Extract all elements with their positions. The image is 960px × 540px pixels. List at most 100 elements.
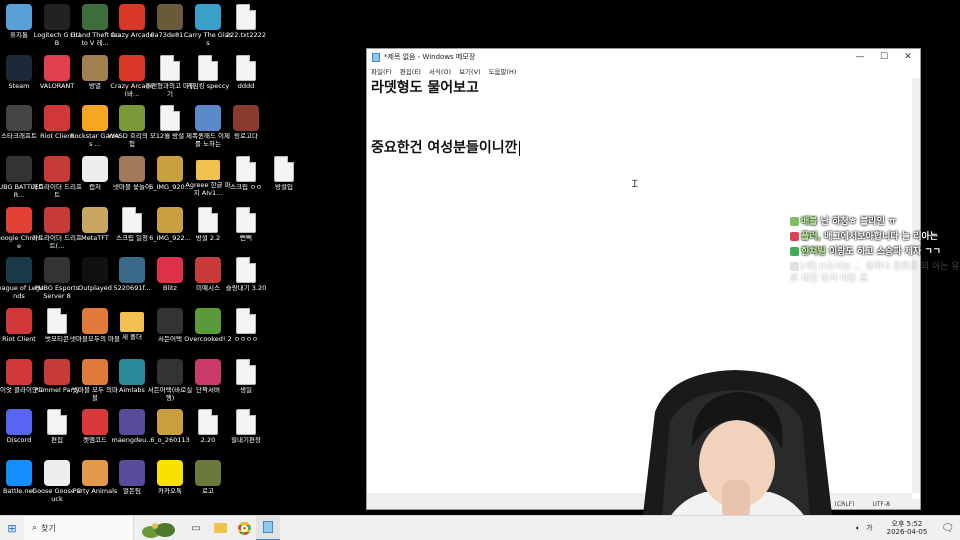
task-view-icon[interactable]: ▭ bbox=[184, 516, 208, 540]
chat-text: 이랑도 하고 스승파 제자 ㄱㄱ bbox=[828, 247, 941, 257]
clock[interactable]: 오후 5:52 2026-04-05 bbox=[879, 520, 936, 536]
game-icon bbox=[233, 105, 259, 131]
text-file-icon bbox=[47, 409, 67, 435]
game-icon bbox=[119, 156, 145, 182]
pubg-icon bbox=[44, 257, 70, 283]
menu-file[interactable]: 파일(F) bbox=[371, 66, 392, 76]
blitz-icon bbox=[157, 257, 183, 283]
capture-icon bbox=[82, 156, 108, 182]
taskbar: ⊞ ⌕ 찾기 ▭ 🔈︎ 가 오후 5:52 2026-04-05 🗨︎ bbox=[0, 515, 960, 540]
chat-nickname: 플러, bbox=[801, 232, 821, 242]
sudden-attack-icon bbox=[157, 308, 183, 334]
notepad-title-bar[interactable]: *제목 없음 - Windows 메모장 bbox=[367, 49, 920, 65]
system-tray: 🔈︎ 가 오후 5:52 2026-04-05 🗨︎ bbox=[856, 516, 960, 540]
image-file-icon bbox=[82, 55, 108, 81]
desktop-icon[interactable]: 슬랑내기 3.20 bbox=[224, 257, 268, 293]
notepad-taskbar-icon[interactable] bbox=[256, 515, 280, 540]
game-icon bbox=[195, 359, 221, 385]
game-icon bbox=[82, 359, 108, 385]
file-explorer-icon[interactable] bbox=[208, 516, 232, 540]
text-file-icon bbox=[274, 156, 294, 182]
league-icon bbox=[6, 257, 32, 283]
archive-icon bbox=[157, 409, 183, 435]
language-indicator[interactable]: 가 bbox=[866, 523, 872, 533]
crazy-arcade-icon bbox=[119, 55, 145, 81]
menu-edit[interactable]: 편집(E) bbox=[400, 66, 421, 76]
pummel-party-icon bbox=[44, 359, 70, 385]
chat-text: 난 하청ㅎ 블라인 ㅠ bbox=[820, 217, 897, 227]
game-icon bbox=[195, 105, 221, 131]
text-file-icon bbox=[198, 409, 218, 435]
text-file-icon bbox=[160, 105, 180, 131]
text-file-icon bbox=[236, 4, 256, 30]
desktop-icon-label: 링로고다 bbox=[234, 133, 258, 140]
text-line-1: 라뎃형도 물어보고 bbox=[371, 80, 479, 96]
maximize-button[interactable]: ☐ bbox=[872, 49, 896, 65]
game-icon bbox=[119, 409, 145, 435]
kartrider-icon bbox=[44, 207, 70, 233]
desktop: 휴지통 Logitech G HUB Grand Theft Auto V 레...… bbox=[0, 0, 310, 515]
desktop-icon[interactable]: 방셜입 bbox=[262, 156, 306, 192]
desktop-icon-label: 222.txt2222 bbox=[226, 32, 266, 39]
text-line-4: 중요한건 여성분들이니깐 bbox=[371, 138, 908, 158]
desktop-icon[interactable]: ㅇㅇㅇㅇ bbox=[224, 308, 268, 344]
text-line-3 bbox=[371, 118, 908, 138]
sudden-attack-icon bbox=[157, 359, 183, 385]
desktop-icon-label: 슬랑내기 3.20 bbox=[225, 285, 267, 292]
search-icon: ⌕ bbox=[32, 523, 38, 533]
chat-message: 플러, 배그에서보아합니다 늘 리아는 bbox=[790, 231, 960, 243]
text-file-icon bbox=[236, 308, 256, 334]
chat-badge-icon bbox=[790, 232, 799, 241]
text-caret bbox=[518, 140, 520, 156]
riot-icon bbox=[6, 308, 32, 334]
pubg-icon bbox=[6, 156, 32, 182]
speaker-icon[interactable]: 🔈︎ bbox=[856, 524, 860, 533]
notepad-app-icon bbox=[372, 52, 380, 62]
game-icon bbox=[119, 105, 145, 131]
game-icon bbox=[119, 460, 145, 486]
chat-text: [세] (나)시는 ... 유미나 판로즈 외 아는 유료 체전 빗겨 야돈 를 bbox=[790, 262, 960, 284]
text-file-icon bbox=[47, 308, 67, 334]
taskbar-search[interactable]: ⌕ 찾기 bbox=[24, 515, 134, 540]
menu-format[interactable]: 서식(O) bbox=[429, 66, 451, 76]
minimize-button[interactable]: — bbox=[848, 49, 872, 65]
start-button[interactable]: ⊞ bbox=[0, 516, 24, 540]
desktop-icon-label: 방셜입 bbox=[275, 184, 293, 191]
kartrider-icon bbox=[44, 156, 70, 182]
archive-icon bbox=[157, 207, 183, 233]
desktop-icon-label: ㅇㅇㅇㅇ bbox=[234, 336, 258, 343]
chat-message: [세] (나)시는 ... 유미나 판로즈 외 아는 유료 체전 빗겨 야돈 를 bbox=[790, 261, 960, 285]
desktop-icon-label: 힐내기편장 bbox=[231, 437, 261, 444]
desktop-icon[interactable]: 222.txt2222 bbox=[224, 4, 268, 40]
desktop-icon-label: dddd bbox=[237, 83, 255, 90]
game-icon bbox=[195, 257, 221, 283]
folder-icon bbox=[196, 160, 220, 180]
text-line-2 bbox=[371, 98, 908, 118]
chrome-taskbar-icon[interactable] bbox=[232, 516, 256, 540]
game-icon bbox=[82, 308, 108, 334]
desktop-icon[interactable]: 뻔뻑 bbox=[224, 207, 268, 243]
archive-icon bbox=[157, 156, 183, 182]
text-file-icon bbox=[160, 55, 180, 81]
text-file-icon bbox=[236, 55, 256, 81]
battlenet-icon bbox=[6, 460, 32, 486]
notification-icon[interactable]: 🗨︎ bbox=[935, 523, 960, 534]
recycle-bin-icon bbox=[6, 4, 32, 30]
desktop-icon[interactable]: 힐내기편장 bbox=[224, 409, 268, 445]
close-button[interactable]: ✕ bbox=[896, 49, 920, 65]
image-file-icon bbox=[195, 460, 221, 486]
desktop-icon[interactable]: 링로고다 bbox=[224, 105, 268, 141]
menu-view[interactable]: 보기(V) bbox=[459, 66, 480, 76]
clock-date: 2026-04-05 bbox=[886, 528, 928, 536]
image-file-icon bbox=[157, 4, 183, 30]
menu-help[interactable]: 도움말(H) bbox=[489, 66, 517, 76]
text-file-icon bbox=[236, 409, 256, 435]
text-file-icon bbox=[236, 359, 256, 385]
text-file-icon bbox=[198, 207, 218, 233]
chat-message: 힌쳐빌 이랑도 하고 스승파 제자 ㄱㄱ bbox=[790, 246, 960, 258]
chat-badge-icon bbox=[790, 217, 799, 226]
desktop-icon[interactable]: 로고 bbox=[186, 460, 230, 496]
desktop-icon[interactable]: 생일 bbox=[224, 359, 268, 395]
desktop-icon[interactable]: dddd bbox=[224, 55, 268, 91]
widgets-icon[interactable] bbox=[134, 516, 184, 540]
